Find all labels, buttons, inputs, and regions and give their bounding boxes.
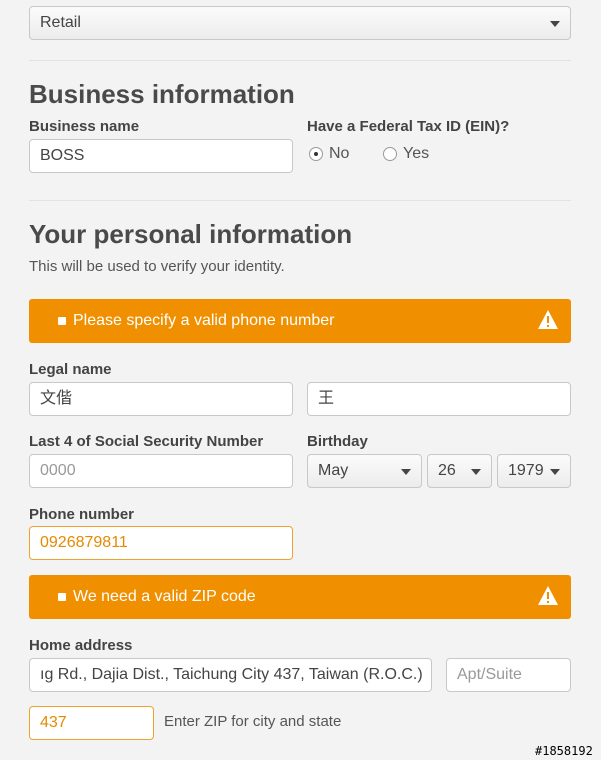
birth-year-select[interactable]: 1979: [497, 454, 571, 488]
phone-error-text: Please specify a valid phone number: [73, 312, 335, 329]
business-type-select[interactable]: Retail: [29, 6, 571, 40]
personal-heading: Your personal information: [29, 219, 353, 249]
first-name-input[interactable]: 文偕: [29, 382, 293, 416]
bullet-icon: [58, 593, 66, 601]
birth-day-value: 26: [438, 462, 456, 479]
ein-option-no[interactable]: No: [309, 145, 349, 163]
warning-icon: [538, 310, 558, 329]
home-address-label: Home address: [29, 637, 133, 654]
ein-label: Have a Federal Tax ID (EIN)?: [307, 118, 510, 135]
zip-error-alert: We need a valid ZIP code: [29, 575, 571, 619]
home-address-input[interactable]: ıg Rd., Dajia Dist., Taichung City 437, …: [29, 658, 432, 692]
birth-year-value: 1979: [508, 462, 544, 479]
ein-option-no-label: No: [329, 145, 350, 162]
chevron-down-icon: [550, 469, 560, 475]
radio-selected-icon[interactable]: [309, 147, 323, 161]
birthday-label: Birthday: [307, 433, 368, 450]
business-name-value: BOSS: [40, 147, 85, 164]
phone-label: Phone number: [29, 506, 135, 523]
chevron-down-icon: [401, 469, 411, 475]
radio-unselected-icon[interactable]: [383, 147, 397, 161]
business-name-label: Business name: [29, 118, 140, 135]
zip-error-text: We need a valid ZIP code: [73, 588, 256, 605]
business-name-input[interactable]: BOSS: [29, 139, 293, 173]
legal-name-label: Legal name: [29, 361, 112, 378]
zip-input[interactable]: 437: [29, 706, 154, 740]
bullet-icon: [58, 317, 66, 325]
chevron-down-icon: [550, 21, 560, 27]
warning-icon: [538, 586, 558, 605]
business-heading: Business information: [29, 79, 295, 109]
ssn-input[interactable]: 0000: [29, 454, 293, 488]
home-address-value: ıg Rd., Dajia Dist., Taichung City 437, …: [40, 666, 423, 683]
birth-month-select[interactable]: May: [307, 454, 422, 488]
birth-month-value: May: [318, 462, 349, 479]
ein-option-yes[interactable]: Yes: [383, 145, 429, 163]
phone-input[interactable]: 0926879811: [29, 526, 293, 560]
watermark: #1858192: [535, 744, 593, 758]
business-type-value: Retail: [40, 14, 81, 31]
last-name-input[interactable]: 王: [307, 382, 571, 416]
personal-subtitle: This will be used to verify your identit…: [29, 258, 285, 275]
phone-error-alert: Please specify a valid phone number: [29, 299, 571, 343]
zip-value: 437: [40, 714, 67, 731]
first-name-value: 文偕: [40, 390, 73, 407]
divider: [29, 60, 571, 61]
birth-day-select[interactable]: 26: [427, 454, 492, 488]
apt-suite-input[interactable]: Apt/Suite: [446, 658, 571, 692]
ssn-label: Last 4 of Social Security Number: [29, 433, 264, 450]
phone-value: 0926879811: [40, 534, 128, 551]
ssn-placeholder: 0000: [40, 462, 76, 479]
last-name-value: 王: [318, 390, 335, 407]
apt-suite-placeholder: Apt/Suite: [457, 666, 522, 683]
zip-hint: Enter ZIP for city and state: [164, 713, 342, 730]
ein-option-yes-label: Yes: [403, 145, 430, 162]
chevron-down-icon: [471, 469, 481, 475]
divider: [29, 200, 571, 201]
